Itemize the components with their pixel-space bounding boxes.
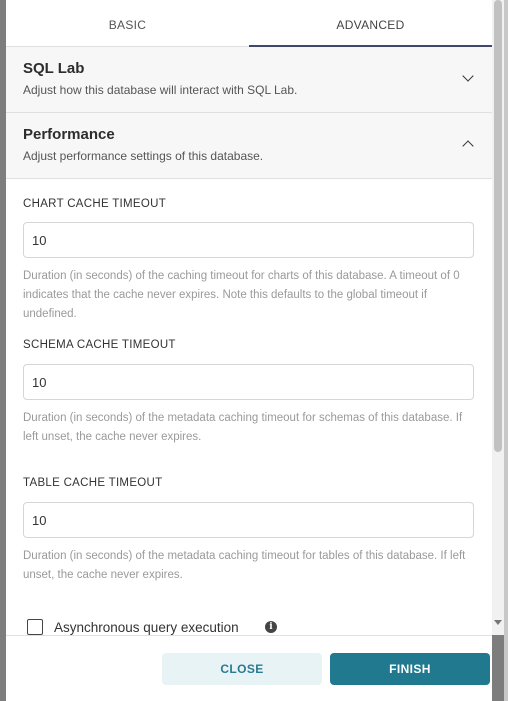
panel-subtitle: Adjust how this database will interact w… — [23, 83, 298, 97]
page-edge — [504, 0, 508, 701]
schema-cache-timeout-label: SCHEMA CACHE TIMEOUT — [23, 339, 176, 351]
chart-cache-timeout-input[interactable] — [23, 222, 474, 258]
schema-cache-timeout-input[interactable] — [23, 364, 474, 400]
tab-basic[interactable]: BASIC — [6, 3, 249, 46]
chart-cache-timeout-help: Duration (in seconds) of the caching tim… — [23, 270, 460, 320]
schema-cache-timeout-help: Duration (in seconds) of the metadata ca… — [23, 412, 463, 443]
modal-footer: CLOSE FINISH — [6, 635, 492, 701]
finish-button[interactable]: FINISH — [330, 653, 490, 685]
chart-cache-timeout-label: CHART CACHE TIMEOUT — [23, 198, 167, 210]
table-cache-timeout-help: Duration (in seconds) of the metadata ca… — [23, 550, 466, 581]
advanced-settings-content: SQL Lab Adjust how this database will in… — [6, 47, 492, 635]
panel-subtitle: Adjust performance settings of this data… — [23, 149, 264, 163]
table-cache-timeout-label: TABLE CACHE TIMEOUT — [23, 477, 163, 489]
async-query-checkbox[interactable] — [27, 619, 43, 635]
info-icon[interactable]: i — [265, 621, 277, 633]
close-button[interactable]: CLOSE — [162, 653, 322, 685]
panel-header-performance[interactable]: Performance Adjust performance settings … — [6, 113, 492, 179]
chevron-up-icon[interactable] — [462, 140, 474, 152]
panel-header-sql-lab[interactable]: SQL Lab Adjust how this database will in… — [6, 47, 492, 113]
tab-advanced[interactable]: ADVANCED — [249, 3, 492, 47]
panel-title: SQL Lab — [23, 60, 85, 77]
table-cache-timeout-input[interactable] — [23, 502, 474, 538]
database-modal: BASIC ADVANCED SQL Lab Adjust how this d… — [6, 0, 492, 701]
chevron-down-icon[interactable] — [462, 70, 474, 82]
scroll-down-arrow-icon[interactable] — [494, 620, 502, 625]
scrollbar-thumb[interactable] — [494, 0, 502, 452]
panel-title: Performance — [23, 126, 115, 143]
async-query-label[interactable]: Asynchronous query execution — [54, 620, 239, 635]
tab-bar: BASIC ADVANCED — [6, 3, 492, 47]
